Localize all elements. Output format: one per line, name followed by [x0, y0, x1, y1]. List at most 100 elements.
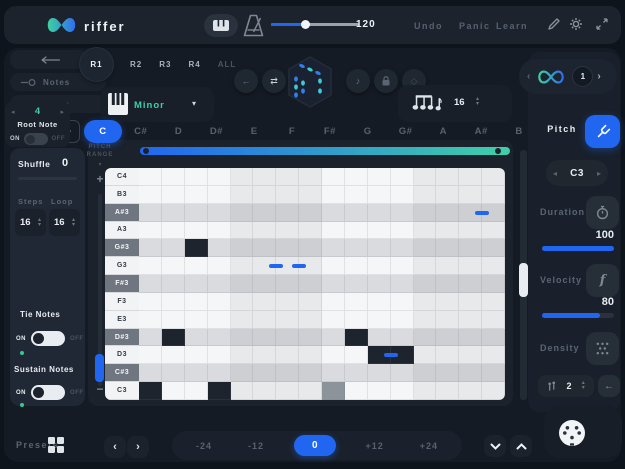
transpose--12[interactable]: -12	[242, 441, 270, 451]
grid-cell[interactable]	[459, 346, 482, 364]
stepper-down-icon[interactable]: ▾	[476, 102, 479, 107]
grid-cell[interactable]	[185, 382, 208, 400]
pattern-next-button[interactable]: ›	[127, 436, 149, 458]
grid-cell[interactable]	[322, 186, 345, 204]
grid-cell[interactable]	[345, 257, 368, 275]
grid-cell[interactable]	[185, 293, 208, 311]
grid-cell[interactable]	[436, 275, 459, 293]
grid-cell[interactable]	[345, 364, 368, 382]
grid-cell[interactable]	[459, 257, 482, 275]
grid-cell[interactable]	[162, 186, 185, 204]
grid-cell[interactable]	[208, 257, 231, 275]
grid-cell[interactable]	[139, 382, 162, 400]
octave-down-button[interactable]	[484, 435, 506, 457]
grid-cell[interactable]	[482, 275, 505, 293]
keyboard-button[interactable]	[204, 14, 238, 37]
grid-cell[interactable]	[459, 329, 482, 347]
pitch-prev-button[interactable]: ◂	[553, 169, 557, 178]
grid-cell[interactable]	[253, 329, 276, 347]
grid-cell[interactable]	[208, 364, 231, 382]
grid-cell[interactable]	[368, 204, 391, 222]
grid-cell[interactable]	[436, 364, 459, 382]
tempo-slider-knob[interactable]	[301, 20, 310, 29]
note-fsharp[interactable]: F#	[311, 120, 349, 143]
note-marker[interactable]	[475, 211, 489, 215]
pattern-steps-stepper[interactable]: ▴ ▾	[476, 97, 479, 107]
steps-stepper[interactable]: 16 ▴▾	[15, 209, 46, 236]
grid-cell[interactable]	[299, 346, 322, 364]
grid-cell[interactable]	[482, 382, 505, 400]
grid-cell[interactable]	[162, 293, 185, 311]
grid-cell[interactable]	[368, 364, 391, 382]
grid-cell[interactable]	[482, 222, 505, 240]
grid-cell[interactable]	[436, 311, 459, 329]
grid-cell[interactable]	[185, 275, 208, 293]
grid-cell[interactable]	[253, 239, 276, 257]
grid-cell[interactable]	[368, 186, 391, 204]
grid-cell[interactable]	[391, 257, 414, 275]
grid-cell[interactable]	[368, 168, 391, 186]
grid-cell[interactable]	[276, 346, 299, 364]
velocity-button[interactable]: f	[586, 264, 619, 297]
grid-cell[interactable]	[162, 275, 185, 293]
panic-button[interactable]: Panic	[459, 21, 491, 31]
grid-cell[interactable]	[162, 329, 185, 347]
grid-cell[interactable]	[276, 204, 299, 222]
grid-cell[interactable]	[162, 222, 185, 240]
grid-cell[interactable]	[345, 346, 368, 364]
grid-cell[interactable]	[368, 257, 391, 275]
grid-cell[interactable]	[459, 239, 482, 257]
note-asharp[interactable]: A#	[462, 120, 500, 143]
grid-cell[interactable]	[231, 346, 254, 364]
grid-cell[interactable]	[162, 364, 185, 382]
grid-cell[interactable]	[345, 329, 368, 347]
grid-cell[interactable]	[299, 329, 322, 347]
note-gsharp[interactable]: G#	[387, 120, 425, 143]
grid-cell[interactable]	[276, 168, 299, 186]
range-handle-right[interactable]	[495, 148, 501, 154]
grid-cell[interactable]	[231, 168, 254, 186]
grid-cell[interactable]	[459, 364, 482, 382]
grid-cell[interactable]	[414, 364, 437, 382]
grid-cell[interactable]	[185, 168, 208, 186]
lock-button[interactable]	[374, 69, 398, 93]
root-prev-button[interactable]: ◂	[11, 108, 15, 116]
note-marker[interactable]	[269, 264, 283, 268]
tempo-slider[interactable]	[271, 23, 359, 26]
grid-cell[interactable]	[482, 329, 505, 347]
grid-cell[interactable]	[253, 186, 276, 204]
grid-cell[interactable]	[391, 222, 414, 240]
pitch-next-button[interactable]: ▸	[597, 169, 601, 178]
grid-cell[interactable]	[482, 168, 505, 186]
grid-cell[interactable]	[322, 346, 345, 364]
pitch-range-slider[interactable]	[140, 147, 510, 155]
grid-cell[interactable]	[391, 275, 414, 293]
grid-cell[interactable]	[253, 168, 276, 186]
grid-cell[interactable]	[185, 257, 208, 275]
grid-cell[interactable]	[414, 168, 437, 186]
grid-cell[interactable]	[299, 186, 322, 204]
grid-cell[interactable]	[276, 222, 299, 240]
grid-cell[interactable]	[459, 382, 482, 400]
loop-prev-button[interactable]: ‹	[527, 71, 530, 82]
grid-cell[interactable]	[459, 222, 482, 240]
grid-cell[interactable]	[276, 364, 299, 382]
grid-cell[interactable]	[299, 239, 322, 257]
grid-cell[interactable]	[482, 364, 505, 382]
grid-cell[interactable]	[322, 275, 345, 293]
grid-cell[interactable]	[162, 257, 185, 275]
octave-up-button[interactable]	[510, 435, 532, 457]
grid-cell[interactable]	[299, 168, 322, 186]
pitch-range-thumb[interactable]	[95, 354, 104, 382]
grid-cell[interactable]	[299, 275, 322, 293]
grid-cell[interactable]	[208, 275, 231, 293]
grid-cell[interactable]	[436, 239, 459, 257]
grid-cell[interactable]	[162, 204, 185, 222]
grid-scrollbar-thumb[interactable]	[519, 263, 528, 297]
grid-cell[interactable]	[139, 364, 162, 382]
grid-cell[interactable]	[482, 239, 505, 257]
grid-cell[interactable]	[253, 364, 276, 382]
transpose-+24[interactable]: +24	[414, 441, 444, 451]
grid-cell[interactable]	[436, 168, 459, 186]
infinity-loop-icon[interactable]	[534, 67, 568, 87]
